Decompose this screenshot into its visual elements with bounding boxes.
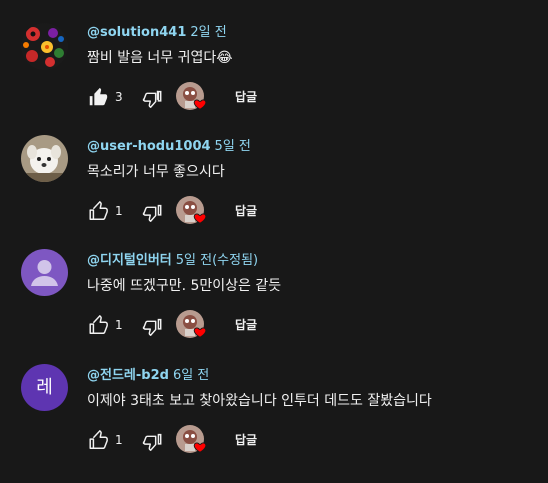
dislike-button[interactable] bbox=[141, 202, 163, 224]
like-button[interactable] bbox=[87, 429, 109, 451]
comment-body: 짬비 발음 너무 귀엽다 bbox=[87, 50, 217, 66]
author-name[interactable]: @전드레-b2d bbox=[87, 368, 169, 383]
avatar[interactable] bbox=[21, 135, 68, 182]
dislike-button[interactable] bbox=[141, 88, 163, 110]
author-line: @user-hodu1004 5일 전 bbox=[87, 138, 251, 156]
heart-icon bbox=[193, 327, 207, 338]
like-count: 1 bbox=[115, 318, 123, 332]
thumbs-up-filled-icon bbox=[89, 87, 108, 106]
comment-time[interactable]: 5일 전(수정됨) bbox=[176, 253, 258, 268]
like-button[interactable] bbox=[87, 200, 109, 222]
thumbs-down-icon bbox=[142, 204, 162, 222]
comment-item: @디지털인버터 5일 전(수정됨) 나중에 뜨겠구만. 5만이상은 같듯 1 답… bbox=[0, 249, 548, 368]
comment-item: 레 @전드레-b2d 6일 전 이제야 3태초 보고 찾아왔습니다 인투더 데드도… bbox=[0, 364, 548, 483]
avatar-letter: 레 bbox=[36, 377, 53, 398]
like-count: 3 bbox=[115, 90, 123, 104]
author-line: @solution441 2일 전 bbox=[87, 24, 227, 42]
dislike-button[interactable] bbox=[141, 431, 163, 453]
reply-button[interactable]: 답글 bbox=[235, 431, 257, 449]
thumbs-up-icon bbox=[89, 315, 108, 334]
comment-time[interactable]: 2일 전 bbox=[190, 25, 226, 40]
comment-body: 목소리가 너무 좋으시다 bbox=[87, 164, 225, 180]
thumbs-down-icon bbox=[142, 433, 162, 451]
author-name[interactable]: @디지털인버터 bbox=[87, 253, 172, 268]
thumbs-down-icon bbox=[142, 90, 162, 108]
comment-time[interactable]: 5일 전 bbox=[215, 139, 251, 154]
white-dog-avatar bbox=[21, 135, 68, 182]
comment-text: 짬비 발음 너무 귀엽다😂 bbox=[87, 48, 233, 68]
comment-actions: 1 답글 bbox=[87, 310, 387, 342]
creator-heart bbox=[176, 310, 208, 342]
comment-actions: 1 답글 bbox=[87, 425, 387, 457]
avatar[interactable] bbox=[21, 23, 68, 70]
comment-body: 나중에 뜨겠구만. 5만이상은 같듯 bbox=[87, 278, 282, 294]
heart-icon bbox=[193, 99, 207, 110]
comment-item: @user-hodu1004 5일 전 목소리가 너무 좋으시다 1 답글 bbox=[0, 135, 548, 254]
thumbs-down-icon bbox=[142, 318, 162, 336]
like-count: 1 bbox=[115, 204, 123, 218]
default-person-avatar bbox=[21, 249, 68, 296]
thumbs-up-icon bbox=[89, 430, 108, 449]
like-count: 1 bbox=[115, 433, 123, 447]
avatar[interactable]: 레 bbox=[21, 364, 68, 411]
creator-heart bbox=[176, 196, 208, 228]
author-line: @디지털인버터 5일 전(수정됨) bbox=[87, 252, 258, 270]
comment-text: 나중에 뜨겠구만. 5만이상은 같듯 bbox=[87, 276, 281, 296]
comment-item: @solution441 2일 전 짬비 발음 너무 귀엽다😂 3 답글 bbox=[0, 23, 548, 140]
laughing-emoji: 😂 bbox=[216, 50, 233, 66]
flower-pattern-avatar bbox=[21, 23, 68, 70]
like-button[interactable] bbox=[87, 86, 109, 108]
comment-time[interactable]: 6일 전 bbox=[173, 368, 209, 383]
reply-button[interactable]: 답글 bbox=[235, 202, 257, 220]
creator-heart bbox=[176, 425, 208, 457]
thumbs-up-icon bbox=[89, 201, 108, 220]
comment-text: 이제야 3태초 보고 찾아왔습니다 인투더 데드도 잘봤습니다 bbox=[87, 391, 432, 411]
comment-actions: 1 답글 bbox=[87, 196, 387, 228]
author-line: @전드레-b2d 6일 전 bbox=[87, 367, 209, 385]
heart-icon bbox=[193, 442, 207, 453]
like-button[interactable] bbox=[87, 314, 109, 336]
author-name[interactable]: @user-hodu1004 bbox=[87, 139, 211, 154]
creator-heart bbox=[176, 82, 208, 114]
dislike-button[interactable] bbox=[141, 316, 163, 338]
heart-icon bbox=[193, 213, 207, 224]
reply-button[interactable]: 답글 bbox=[235, 88, 257, 106]
author-name[interactable]: @solution441 bbox=[87, 25, 186, 40]
comment-actions: 3 답글 bbox=[87, 82, 387, 114]
avatar[interactable] bbox=[21, 249, 68, 296]
comment-body: 이제야 3태초 보고 찾아왔습니다 인투더 데드도 잘봤습니다 bbox=[87, 393, 432, 409]
comment-text: 목소리가 너무 좋으시다 bbox=[87, 162, 225, 182]
reply-button[interactable]: 답글 bbox=[235, 316, 257, 334]
